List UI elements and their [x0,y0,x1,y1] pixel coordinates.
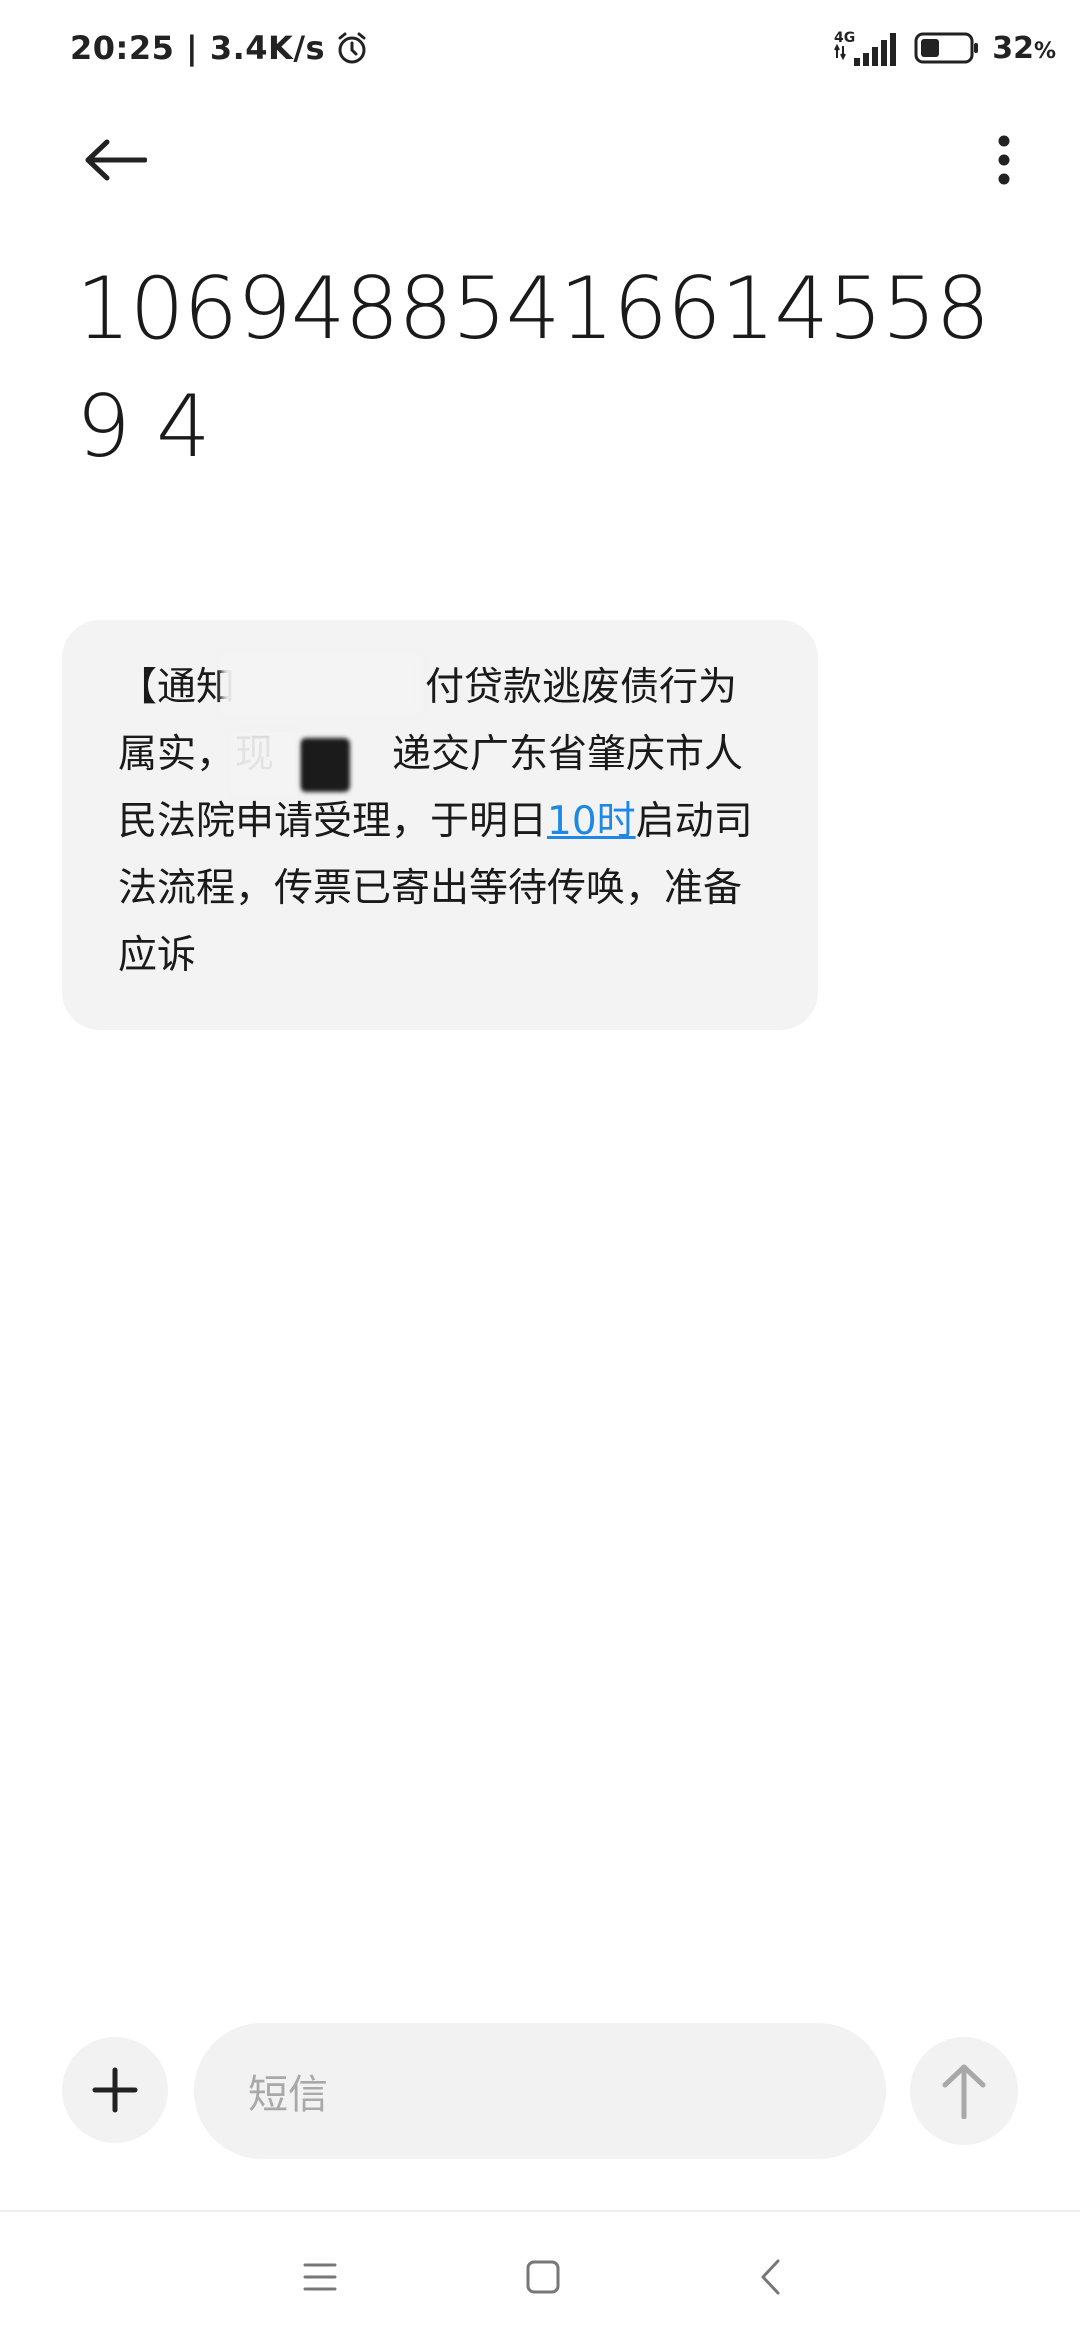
send-arrow-up-icon [942,2064,986,2119]
battery-level: 32% [992,31,1056,66]
battery-unit: % [1033,38,1056,64]
network-type-label: 4G [834,30,855,46]
sender-number: 106948854166145589 4 [76,259,990,477]
message-text: 【通知 付贷款逃废债行为属实，现 递交广东省肇庆市人民法院申请受理，于明日10时启动… [118,654,770,989]
message-bubble[interactable]: 【通知 付贷款逃废债行为属实，现 递交广东省肇庆市人民法院申请受理，于明日10时启动… [62,620,818,1030]
status-right: 4G 32% [832,24,1056,72]
back-button[interactable] [76,120,156,200]
more-options-button[interactable] [974,120,1034,200]
status-bar: 20:25 | 3.4K/s 4G 32% [0,0,1080,96]
plus-icon [92,2067,138,2113]
time-link[interactable]: 10时 [547,799,636,844]
navigation-bar [0,2212,1080,2340]
status-time-speed: 20:25 | 3.4K/s [70,29,326,67]
nav-back-button[interactable] [730,2242,810,2312]
battery-indicator: 32% [914,31,1056,66]
redaction-blur-2 [232,732,298,794]
alarm-clock-icon [338,32,366,64]
redaction-blur [222,654,422,714]
redaction-block [300,738,350,792]
send-button[interactable] [910,2037,1018,2145]
battery-percent: 32 [992,30,1034,66]
add-attachment-button[interactable] [62,2037,168,2143]
nav-home-button[interactable] [503,2242,583,2312]
more-vertical-icon [998,135,1010,185]
sms-input[interactable]: 短信 [194,2023,886,2159]
sms-input-placeholder: 短信 [248,2072,328,2118]
nav-menu-button[interactable] [280,2242,360,2312]
status-left: 20:25 | 3.4K/s [70,24,369,72]
home-square-icon [526,2260,560,2294]
back-arrow-icon [85,139,147,181]
signal-icon: 4G [834,30,897,66]
message-part-1: 【通知 [118,665,236,710]
nav-back-chevron-icon [761,2259,780,2295]
menu-icon [303,2263,337,2291]
battery-icon [914,32,979,64]
